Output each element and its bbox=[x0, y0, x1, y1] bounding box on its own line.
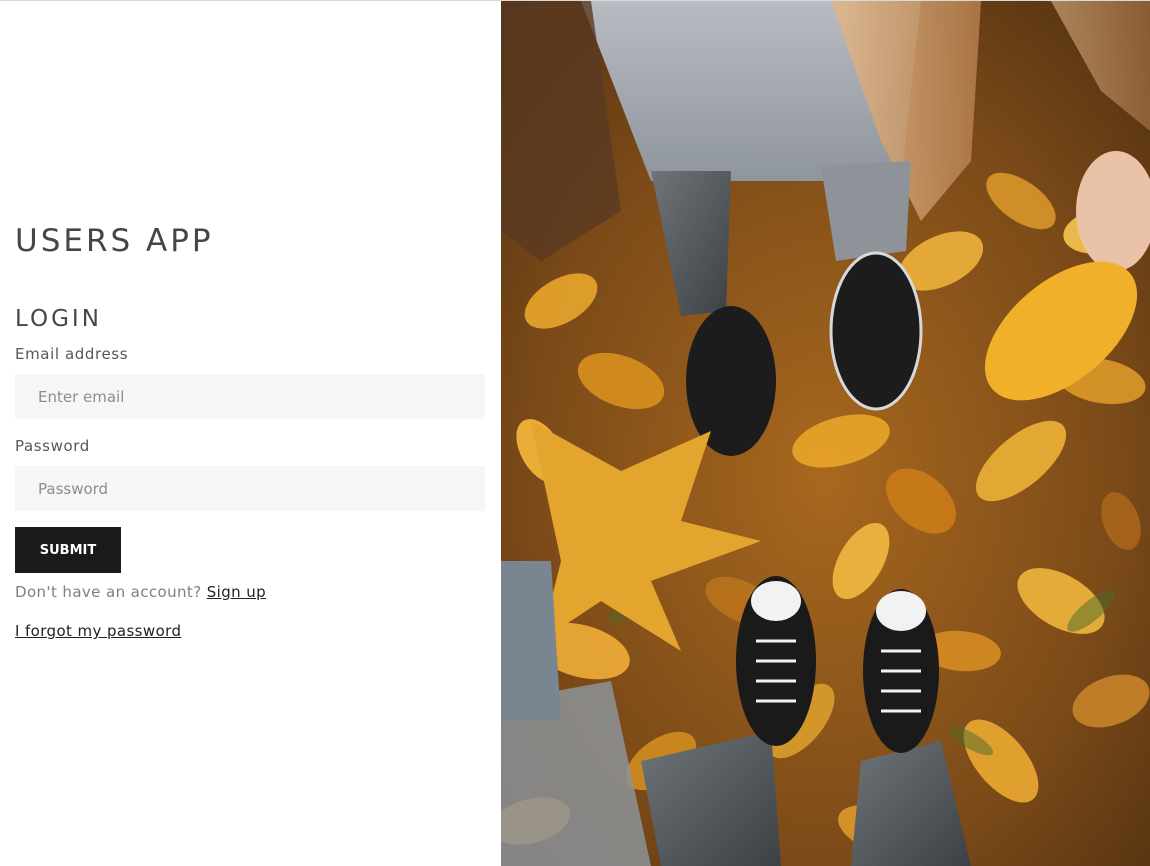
submit-button[interactable]: SUBMIT bbox=[15, 527, 121, 573]
email-field[interactable] bbox=[15, 374, 485, 419]
login-panel: USERS APP LOGIN Email address Password S… bbox=[0, 1, 501, 866]
signup-link[interactable]: Sign up bbox=[207, 583, 266, 601]
password-label: Password bbox=[15, 437, 90, 455]
signup-prompt-text: Don't have an account? bbox=[15, 583, 202, 601]
password-field[interactable] bbox=[15, 466, 485, 511]
email-label: Email address bbox=[15, 345, 129, 363]
login-page: USERS APP LOGIN Email address Password S… bbox=[0, 0, 1150, 866]
autumn-leaves-photo-image bbox=[501, 1, 1150, 866]
app-title: USERS APP bbox=[15, 223, 214, 259]
signup-prompt: Don't have an account? Sign up bbox=[15, 583, 266, 601]
login-heading: LOGIN bbox=[15, 306, 102, 332]
hero-photo bbox=[501, 1, 1150, 866]
forgot-password-link[interactable]: I forgot my password bbox=[15, 622, 181, 640]
